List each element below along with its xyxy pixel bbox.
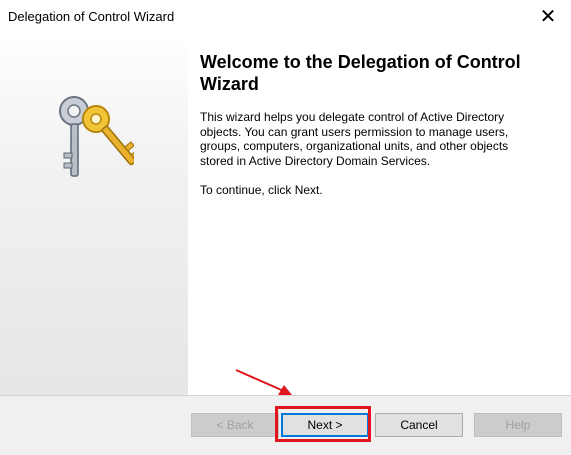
page-title: Welcome to the Delegation of Control Wiz… xyxy=(200,52,521,94)
instruction-text: To continue, click Next. xyxy=(200,183,323,197)
next-button[interactable]: Next > xyxy=(281,413,369,437)
title-bar: Delegation of Control Wizard ✕ xyxy=(0,0,571,33)
button-bar: < Back Next > Cancel Help xyxy=(0,395,571,455)
help-button[interactable]: Help xyxy=(474,413,562,437)
wizard-content: Welcome to the Delegation of Control Wiz… xyxy=(188,33,571,395)
cancel-button[interactable]: Cancel xyxy=(375,413,463,437)
close-button[interactable]: ✕ xyxy=(525,0,571,33)
wizard-side-panel xyxy=(0,33,188,395)
keys-icon xyxy=(59,96,134,177)
wizard-window: Delegation of Control Wizard ✕ Welcome t… xyxy=(0,0,571,455)
red-arrow-icon xyxy=(235,369,292,395)
back-button[interactable]: < Back xyxy=(191,413,279,437)
close-icon: ✕ xyxy=(539,6,557,28)
description-text: This wizard helps you delegate control o… xyxy=(200,110,509,168)
window-title: Delegation of Control Wizard xyxy=(8,9,175,24)
